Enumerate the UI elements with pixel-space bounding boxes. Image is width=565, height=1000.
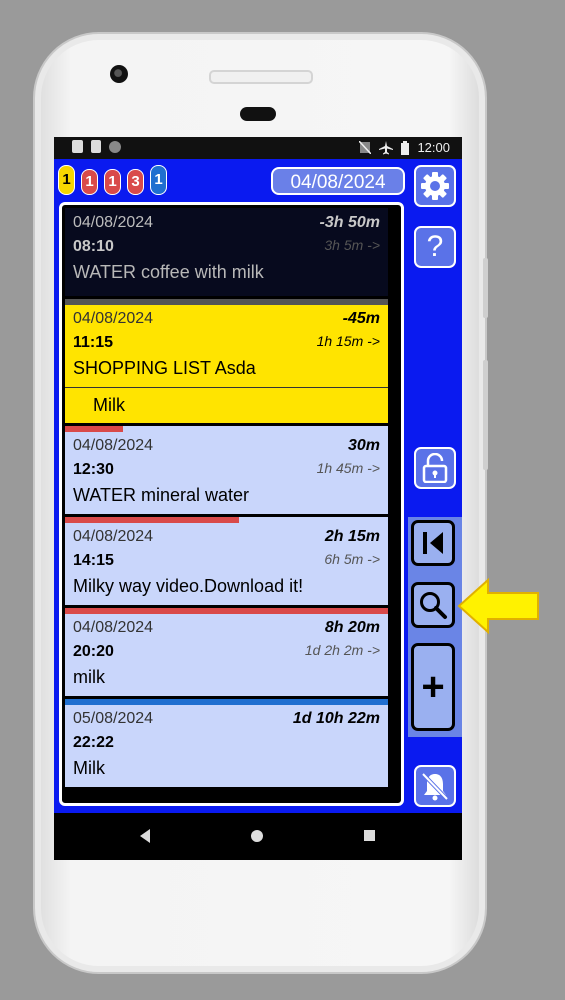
recents-icon[interactable] xyxy=(364,830,375,841)
list-item[interactable]: 05/08/2024 1d 10h 22m 22:22 Milk xyxy=(65,699,388,787)
progress-bar xyxy=(65,517,240,523)
speaker-grille xyxy=(209,70,313,84)
item-duration: 6h 5m -> xyxy=(324,551,380,567)
add-button[interactable]: + xyxy=(411,643,455,731)
item-relative-time: 2h 15m xyxy=(324,528,380,545)
bell-off-icon xyxy=(421,772,449,801)
event-list: 04/08/2024 -3h 50m 08:10 3h 5m -> WATER coff… xyxy=(59,202,404,806)
list-item[interactable]: 04/08/2024 -45m 11:15 1h 15m -> SHOPPING LIS… xyxy=(65,299,388,423)
power-button xyxy=(483,258,488,318)
front-camera xyxy=(110,65,128,83)
item-time: 11:15 xyxy=(73,334,114,351)
badge-row: 11131 xyxy=(58,165,167,195)
item-relative-time: -45m xyxy=(342,310,380,327)
app-area: 11131 04/08/2024 ? + 04/08/2024 -3h 50m … xyxy=(54,159,462,813)
home-icon[interactable] xyxy=(251,830,263,842)
item-time: 08:10 xyxy=(73,238,114,255)
navigation-bar xyxy=(54,813,462,860)
count-badge: 1 xyxy=(58,165,75,195)
first-item-button[interactable] xyxy=(411,520,455,566)
list-item[interactable]: 04/08/2024 -3h 50m 08:10 3h 5m -> WATER coff… xyxy=(65,208,388,296)
count-badge: 1 xyxy=(150,165,167,195)
item-relative-time: 1d 10h 22m xyxy=(292,710,380,727)
volume-button xyxy=(483,360,488,470)
battery-icon xyxy=(401,140,410,155)
list-item[interactable]: 04/08/2024 8h 20m 20:20 1d 2h 2m -> milk xyxy=(65,608,388,696)
progress-bar xyxy=(65,426,124,432)
item-title: SHOPPING LIST Asda xyxy=(73,358,256,378)
settings-button[interactable] xyxy=(414,165,456,207)
magnifier-icon xyxy=(420,592,447,619)
skip-to-start-icon xyxy=(423,532,443,554)
item-title: Milk xyxy=(73,758,105,778)
list-item[interactable]: 04/08/2024 30m 12:30 1h 45m -> WATER mineral… xyxy=(65,426,388,514)
status-bar: 12:00 xyxy=(54,137,462,159)
unlock-icon xyxy=(422,453,448,483)
item-note-divider xyxy=(65,387,388,388)
item-date: 04/08/2024 xyxy=(73,528,154,545)
proximity-sensor xyxy=(240,107,276,121)
plus-icon: + xyxy=(421,664,445,709)
arrow-icon xyxy=(457,577,539,635)
item-duration: 1h 45m -> xyxy=(316,460,380,476)
progress-bar xyxy=(65,608,388,614)
item-date: 04/08/2024 xyxy=(73,619,154,636)
lock-button[interactable] xyxy=(414,447,456,489)
help-button[interactable]: ? xyxy=(414,226,456,268)
no-sim-icon xyxy=(359,141,372,154)
item-time: 12:30 xyxy=(73,461,114,478)
item-duration: 1d 2h 2m -> xyxy=(304,642,380,658)
item-date: 04/08/2024 xyxy=(73,214,154,231)
count-badge: 1 xyxy=(81,169,98,195)
bell-button[interactable] xyxy=(414,765,456,807)
item-note: Milk xyxy=(93,395,125,415)
item-duration: 1h 15m -> xyxy=(316,333,380,349)
list-item[interactable]: 04/08/2024 2h 15m 14:15 6h 5m -> Milky way v… xyxy=(65,517,388,605)
item-date: 05/08/2024 xyxy=(73,710,154,727)
item-date: 04/08/2024 xyxy=(73,437,154,454)
item-title: Milky way video.Download it! xyxy=(73,576,304,596)
item-title: WATER mineral water xyxy=(73,485,250,505)
item-time: 22:22 xyxy=(73,734,114,751)
gear-icon xyxy=(421,172,449,200)
date-selector[interactable]: 04/08/2024 xyxy=(271,167,405,195)
search-button[interactable] xyxy=(411,582,455,628)
question-icon: ? xyxy=(426,230,444,263)
item-relative-time: -3h 50m xyxy=(319,214,380,231)
item-time: 20:20 xyxy=(73,643,114,660)
action-panel: + xyxy=(408,517,462,737)
item-relative-time: 8h 20m xyxy=(324,619,380,636)
status-time: 12:00 xyxy=(417,140,450,155)
count-badge: 1 xyxy=(104,169,121,195)
item-relative-time: 30m xyxy=(347,437,380,454)
item-date: 04/08/2024 xyxy=(73,310,154,327)
item-title: WATER coffee with milk xyxy=(73,262,264,282)
screen: 12:00 11131 04/08/2024 ? + 04/08/2024 -3… xyxy=(54,137,462,860)
item-duration: 3h 5m -> xyxy=(324,237,380,253)
progress-bar xyxy=(65,699,388,705)
item-time: 14:15 xyxy=(73,552,114,569)
airplane-icon xyxy=(379,140,394,154)
count-badge: 3 xyxy=(127,169,144,195)
calendar-icon xyxy=(72,140,83,153)
back-icon[interactable] xyxy=(140,829,150,843)
sd-card-icon xyxy=(91,140,101,153)
progress-bar xyxy=(65,299,388,305)
item-title: milk xyxy=(73,667,105,687)
circle-icon xyxy=(109,140,121,153)
